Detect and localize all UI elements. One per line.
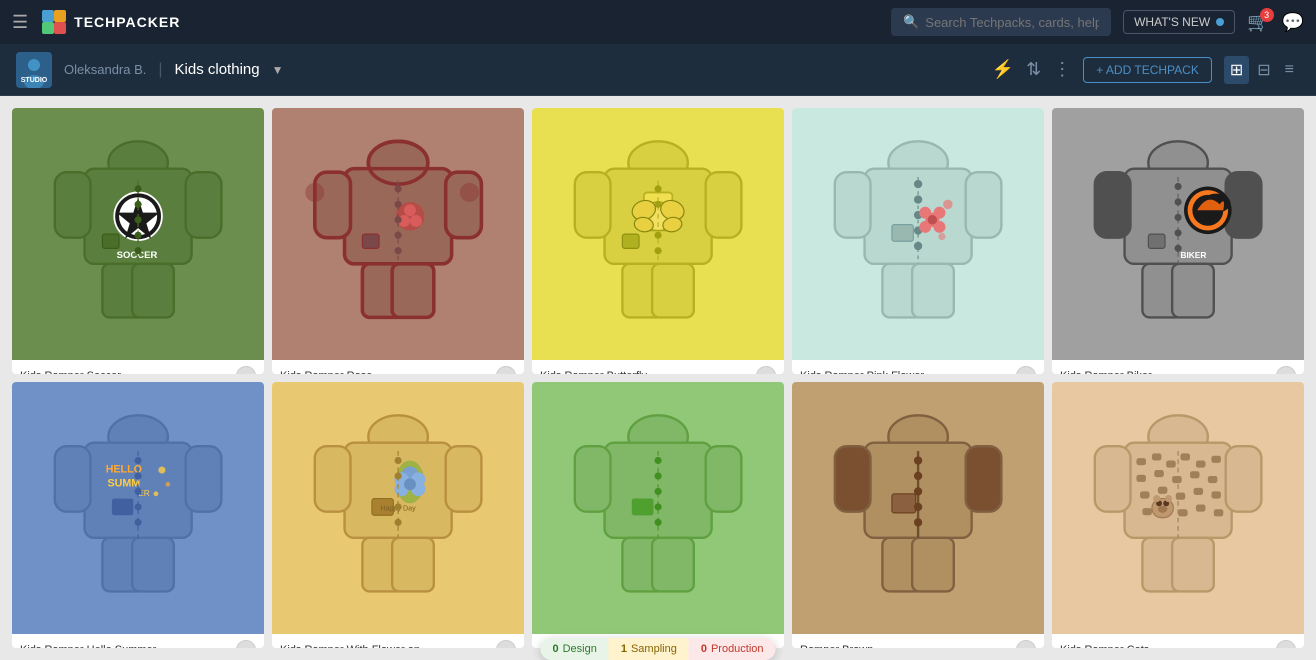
card-select-cats[interactable] bbox=[1276, 640, 1296, 648]
card-select-soccer[interactable] bbox=[236, 366, 256, 374]
card-name-cats: Kids Romper Cats bbox=[1060, 644, 1276, 648]
separator: | bbox=[158, 61, 162, 79]
app-name: TECHPACKER bbox=[74, 14, 180, 30]
list-view-button[interactable]: ≡ bbox=[1279, 56, 1300, 84]
card-image-biker: BIKER bbox=[1052, 108, 1304, 360]
card-image-cats bbox=[1052, 382, 1304, 634]
card-pink-flower[interactable]: Kids Romper Pink Flower bbox=[792, 108, 1044, 374]
filter-icon[interactable]: ⚡ bbox=[992, 59, 1014, 80]
subnav-actions: ⚡ ⇅ ⋮ + ADD TECHPACK ⊞ ⊟ ≡ bbox=[992, 56, 1300, 84]
search-icon: 🔍 bbox=[903, 14, 919, 30]
grid-view-button[interactable]: ⊞ bbox=[1224, 56, 1249, 84]
status-sampling: 1 Sampling bbox=[609, 638, 689, 660]
card-footer-cats: Kids Romper Cats bbox=[1052, 634, 1304, 648]
card-select-butterfly[interactable] bbox=[756, 366, 776, 374]
card-flower-on[interactable]: Happy Day Kids Romper With Flower on ... bbox=[272, 382, 524, 648]
card-name-butterfly: Kids Romper Butterfly bbox=[540, 370, 756, 374]
svg-text:STUDIO: STUDIO bbox=[21, 77, 48, 84]
notification-badge: 3 bbox=[1260, 8, 1274, 22]
card-footer-brown: Romper Brown bbox=[792, 634, 1044, 648]
card-name-pink-flower: Kids Romper Pink Flower bbox=[800, 370, 1016, 374]
design-label: Design bbox=[563, 643, 597, 655]
cards-grid: SOCCER Kids Romper Soccer bbox=[0, 96, 1316, 660]
avatar: STUDIO bbox=[16, 52, 52, 88]
status-production: 0 Production bbox=[689, 638, 776, 660]
card-image-green bbox=[532, 382, 784, 634]
card-image-soccer: SOCCER bbox=[12, 108, 264, 360]
svg-text:SUMM: SUMM bbox=[107, 478, 140, 490]
status-bar: 0 Design 1 Sampling 0 Production bbox=[540, 638, 775, 660]
sub-nav: STUDIO Oleksandra B. | Kids clothing ▼ ⚡… bbox=[0, 44, 1316, 96]
collection-name: Kids clothing bbox=[175, 61, 260, 78]
card-rose[interactable]: Kids Romper Rose bbox=[272, 108, 524, 374]
add-techpack-button[interactable]: + ADD TECHPACK bbox=[1083, 57, 1212, 83]
card-name-flower-on: Kids Romper With Flower on ... bbox=[280, 644, 496, 648]
status-design: 0 Design bbox=[540, 638, 608, 660]
new-indicator bbox=[1216, 18, 1224, 26]
card-name-soccer: Kids Romper Soccer bbox=[20, 370, 236, 374]
card-image-rose bbox=[272, 108, 524, 360]
sampling-count: 1 bbox=[621, 643, 627, 655]
notifications-area: 🛒 3 bbox=[1247, 12, 1269, 33]
view-toggle: ⊞ ⊟ ≡ bbox=[1224, 56, 1300, 84]
card-name-biker: Kids Romper Biker bbox=[1060, 370, 1276, 374]
sort-icon[interactable]: ⇅ bbox=[1026, 59, 1041, 80]
card-image-brown bbox=[792, 382, 1044, 634]
collection-dropdown-icon[interactable]: ▼ bbox=[272, 63, 284, 77]
card-image-butterfly bbox=[532, 108, 784, 360]
card-hello-summer[interactable]: HELLO SUMM ER Kids Romper Hello Summer bbox=[12, 382, 264, 648]
top-nav: ☰ TECHPACKER 🔍 WHAT'S NEW 🛒 3 💬 bbox=[0, 0, 1316, 44]
logo-area: TECHPACKER bbox=[40, 8, 180, 36]
compact-grid-view-button[interactable]: ⊟ bbox=[1251, 56, 1276, 84]
card-image-hello-summer: HELLO SUMM ER bbox=[12, 382, 264, 634]
card-footer-hello-summer: Kids Romper Hello Summer bbox=[12, 634, 264, 648]
more-options-icon[interactable]: ⋮ bbox=[1053, 59, 1071, 80]
menu-icon[interactable]: ☰ bbox=[12, 12, 28, 33]
design-count: 0 bbox=[552, 643, 558, 655]
search-bar[interactable]: 🔍 bbox=[891, 8, 1111, 36]
card-cats[interactable]: Kids Romper Cats bbox=[1052, 382, 1304, 648]
card-select-pink-flower[interactable] bbox=[1016, 366, 1036, 374]
logo-icon bbox=[40, 8, 68, 36]
production-count: 0 bbox=[701, 643, 707, 655]
card-image-pink-flower bbox=[792, 108, 1044, 360]
card-select-hello-summer[interactable] bbox=[236, 640, 256, 648]
card-footer-biker: Kids Romper Biker bbox=[1052, 360, 1304, 374]
sampling-label: Sampling bbox=[631, 643, 677, 655]
card-footer-butterfly: Kids Romper Butterfly bbox=[532, 360, 784, 374]
card-select-biker[interactable] bbox=[1276, 366, 1296, 374]
card-footer-rose: Kids Romper Rose bbox=[272, 360, 524, 374]
card-footer-soccer: Kids Romper Soccer bbox=[12, 360, 264, 374]
svg-text:BIKER: BIKER bbox=[1180, 250, 1206, 260]
card-select-rose[interactable] bbox=[496, 366, 516, 374]
card-select-brown[interactable] bbox=[1016, 640, 1036, 648]
card-butterfly[interactable]: Kids Romper Butterfly bbox=[532, 108, 784, 374]
card-select-flower-on[interactable] bbox=[496, 640, 516, 648]
whats-new-label: WHAT'S NEW bbox=[1134, 15, 1210, 29]
card-soccer[interactable]: SOCCER Kids Romper Soccer bbox=[12, 108, 264, 374]
card-footer-flower-on: Kids Romper With Flower on ... bbox=[272, 634, 524, 648]
card-name-hello-summer: Kids Romper Hello Summer bbox=[20, 644, 236, 648]
whats-new-button[interactable]: WHAT'S NEW bbox=[1123, 10, 1235, 34]
card-brown[interactable]: Romper Brown bbox=[792, 382, 1044, 648]
card-name-brown: Romper Brown bbox=[800, 644, 1016, 648]
card-image-flower-on: Happy Day bbox=[272, 382, 524, 634]
brand-name: Oleksandra B. bbox=[64, 62, 146, 77]
card-green[interactable]: Kids Romper bbox=[532, 382, 784, 648]
card-name-rose: Kids Romper Rose bbox=[280, 370, 496, 374]
chat-icon[interactable]: 💬 bbox=[1282, 12, 1304, 33]
production-label: Production bbox=[711, 643, 764, 655]
card-biker[interactable]: BIKER Kids Romper Biker bbox=[1052, 108, 1304, 374]
search-input[interactable] bbox=[925, 15, 1099, 30]
card-footer-pink-flower: Kids Romper Pink Flower bbox=[792, 360, 1044, 374]
